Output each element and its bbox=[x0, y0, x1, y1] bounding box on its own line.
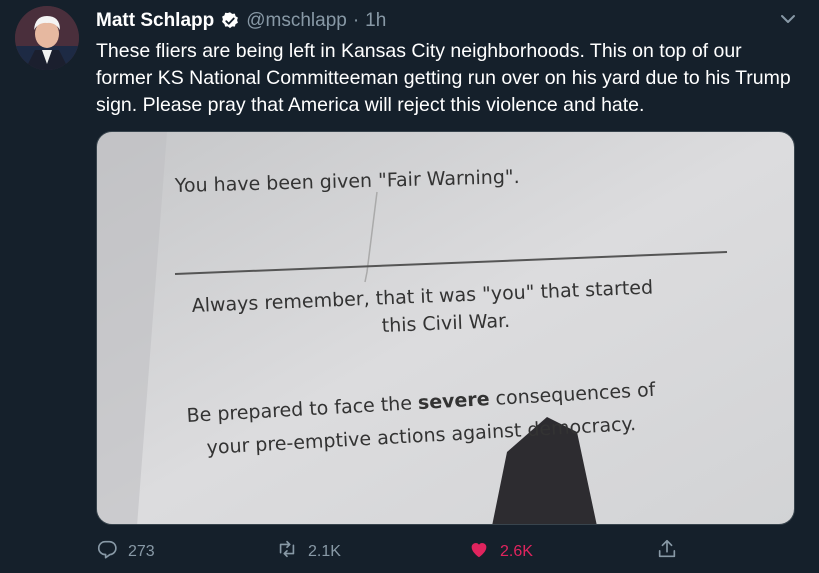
like-count: 2.6K bbox=[500, 542, 533, 560]
flier-line-4-bold: severe bbox=[417, 388, 490, 414]
retweet-icon bbox=[276, 538, 298, 565]
reply-button[interactable]: 273 bbox=[96, 538, 155, 565]
author-handle[interactable]: @mschlapp bbox=[246, 10, 347, 32]
heart-icon bbox=[468, 538, 490, 565]
author-name[interactable]: Matt Schlapp bbox=[96, 10, 214, 32]
share-icon bbox=[656, 538, 678, 565]
tweet-time[interactable]: 1h bbox=[365, 10, 386, 32]
chevron-down-icon[interactable] bbox=[779, 10, 797, 28]
share-button[interactable] bbox=[656, 538, 678, 565]
tweet-header: Matt Schlapp @mschlapp · 1h bbox=[96, 8, 386, 34]
separator-dot: · bbox=[352, 10, 360, 31]
tweet-photo[interactable]: You have been given "Fair Warning". Alwa… bbox=[96, 131, 795, 525]
tweet[interactable]: Matt Schlapp @mschlapp · 1h These fliers… bbox=[0, 0, 819, 573]
tweet-actions: 273 2.1K 2.6K bbox=[96, 538, 716, 568]
tweet-text: These fliers are being left in Kansas Ci… bbox=[96, 40, 791, 116]
reply-icon bbox=[96, 538, 118, 565]
retweet-button[interactable]: 2.1K bbox=[276, 538, 341, 565]
like-button[interactable]: 2.6K bbox=[468, 538, 533, 565]
retweet-count: 2.1K bbox=[308, 542, 341, 560]
reply-count: 273 bbox=[128, 542, 155, 560]
avatar[interactable] bbox=[15, 6, 79, 70]
verified-badge-icon bbox=[220, 11, 240, 31]
